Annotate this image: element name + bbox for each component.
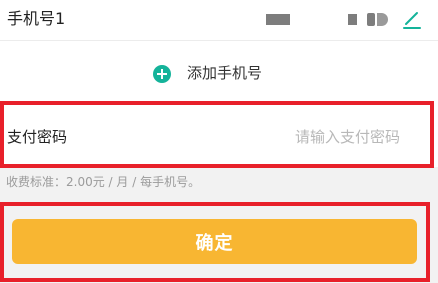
payment-password-input[interactable]	[240, 123, 400, 151]
confirm-button[interactable]: 确定	[12, 219, 417, 264]
masked-phone-segment	[367, 13, 375, 26]
masked-phone-segment	[266, 14, 290, 25]
add-phone-label: 添加手机号	[187, 64, 263, 82]
plus-circle-icon	[153, 65, 171, 83]
masked-phone-segment	[377, 13, 388, 26]
payment-password-label: 支付密码	[7, 128, 68, 146]
payment-password-row: 支付密码	[0, 103, 438, 167]
add-phone-button[interactable]: 添加手机号	[0, 40, 438, 103]
phone-number-label: 手机号1	[7, 9, 66, 28]
fee-note: 收费标准：2.00元 / 月 / 每手机号。	[6, 175, 201, 189]
phone-number-row: 手机号1	[0, 0, 438, 40]
edit-pencil-icon[interactable]	[403, 10, 421, 30]
masked-phone-segment	[348, 14, 357, 25]
